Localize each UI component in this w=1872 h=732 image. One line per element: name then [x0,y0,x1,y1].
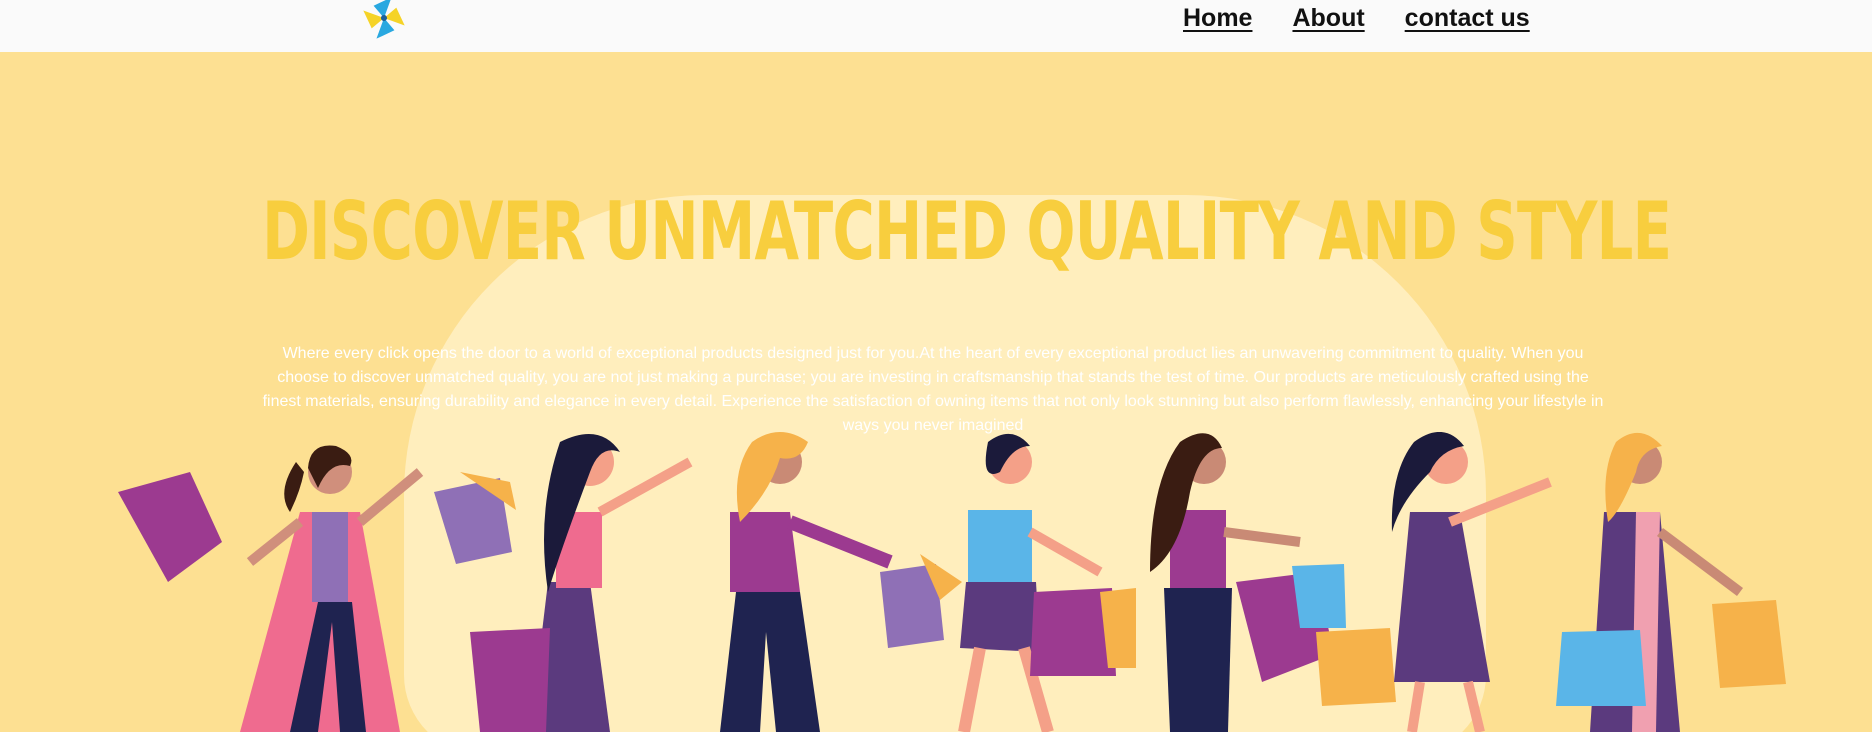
shopper-figure [720,432,962,732]
shopping-people-illustration [118,432,1786,732]
nav-home-link[interactable]: Home [1183,4,1252,33]
navbar: Home About contact us [0,0,1872,52]
hero-title: DISCOVER UNMATCHED QUALITY AND STYLE [262,185,1672,278]
main-nav: Home About contact us [1183,4,1530,33]
shopper-figure [1556,432,1786,732]
shopper-figure [470,434,693,732]
nav-contact-link[interactable]: contact us [1405,4,1530,33]
shopper-figure [118,445,516,732]
shopper-figure [1391,432,1552,732]
pinwheel-logo-icon[interactable] [352,0,416,48]
nav-about-link[interactable]: About [1292,4,1364,33]
hero-description: Where every click opens the door to a wo… [262,345,1604,434]
hero-section: DISCOVER UNMATCHED QUALITY AND STYLE Whe… [0,52,1872,732]
shopper-figure [1150,433,1396,732]
shopper-figure [958,433,1136,732]
